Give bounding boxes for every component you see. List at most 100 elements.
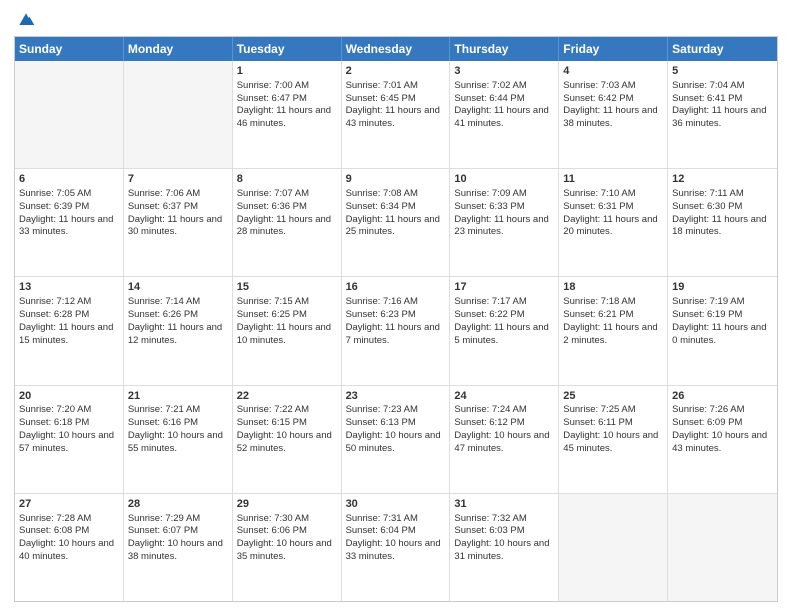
sunrise-text: Sunrise: 7:10 AM [563, 188, 635, 199]
cal-cell: 20Sunrise: 7:20 AMSunset: 6:18 PMDayligh… [15, 386, 124, 493]
sunset-text: Sunset: 6:21 PM [563, 309, 633, 320]
cal-cell: 27Sunrise: 7:28 AMSunset: 6:08 PMDayligh… [15, 494, 124, 601]
header-day-thursday: Thursday [450, 37, 559, 61]
cal-cell: 12Sunrise: 7:11 AMSunset: 6:30 PMDayligh… [668, 169, 777, 276]
sunrise-text: Sunrise: 7:21 AM [128, 404, 200, 415]
day-number: 2 [346, 64, 446, 79]
daylight-text: Daylight: 10 hours and 45 minutes. [563, 430, 658, 454]
cal-cell: 15Sunrise: 7:15 AMSunset: 6:25 PMDayligh… [233, 277, 342, 384]
sunrise-text: Sunrise: 7:28 AM [19, 513, 91, 524]
cal-cell: 16Sunrise: 7:16 AMSunset: 6:23 PMDayligh… [342, 277, 451, 384]
daylight-text: Daylight: 11 hours and 20 minutes. [563, 214, 657, 238]
daylight-text: Daylight: 11 hours and 33 minutes. [19, 214, 113, 238]
daylight-text: Daylight: 10 hours and 50 minutes. [346, 430, 441, 454]
sunrise-text: Sunrise: 7:19 AM [672, 296, 744, 307]
cal-cell: 26Sunrise: 7:26 AMSunset: 6:09 PMDayligh… [668, 386, 777, 493]
daylight-text: Daylight: 10 hours and 52 minutes. [237, 430, 332, 454]
sunset-text: Sunset: 6:03 PM [454, 525, 524, 536]
cal-cell: 22Sunrise: 7:22 AMSunset: 6:15 PMDayligh… [233, 386, 342, 493]
sunset-text: Sunset: 6:04 PM [346, 525, 416, 536]
day-number: 25 [563, 389, 663, 404]
cal-cell: 5Sunrise: 7:04 AMSunset: 6:41 PMDaylight… [668, 61, 777, 168]
day-number: 8 [237, 172, 337, 187]
cal-cell [668, 494, 777, 601]
sunset-text: Sunset: 6:15 PM [237, 417, 307, 428]
day-number: 17 [454, 280, 554, 295]
cal-cell: 13Sunrise: 7:12 AMSunset: 6:28 PMDayligh… [15, 277, 124, 384]
sunrise-text: Sunrise: 7:08 AM [346, 188, 418, 199]
sunrise-text: Sunrise: 7:22 AM [237, 404, 309, 415]
calendar-header: SundayMondayTuesdayWednesdayThursdayFrid… [15, 37, 777, 61]
sunset-text: Sunset: 6:28 PM [19, 309, 89, 320]
day-number: 11 [563, 172, 663, 187]
cal-cell: 3Sunrise: 7:02 AMSunset: 6:44 PMDaylight… [450, 61, 559, 168]
day-number: 30 [346, 497, 446, 512]
week-row-5: 27Sunrise: 7:28 AMSunset: 6:08 PMDayligh… [15, 493, 777, 601]
daylight-text: Daylight: 11 hours and 10 minutes. [237, 322, 331, 346]
header-day-saturday: Saturday [668, 37, 777, 61]
sunrise-text: Sunrise: 7:26 AM [672, 404, 744, 415]
sunset-text: Sunset: 6:47 PM [237, 93, 307, 104]
sunset-text: Sunset: 6:44 PM [454, 93, 524, 104]
day-number: 4 [563, 64, 663, 79]
cal-cell: 14Sunrise: 7:14 AMSunset: 6:26 PMDayligh… [124, 277, 233, 384]
sunrise-text: Sunrise: 7:31 AM [346, 513, 418, 524]
sunrise-text: Sunrise: 7:17 AM [454, 296, 526, 307]
page: SundayMondayTuesdayWednesdayThursdayFrid… [0, 0, 792, 612]
header-day-friday: Friday [559, 37, 668, 61]
daylight-text: Daylight: 10 hours and 40 minutes. [19, 538, 114, 562]
daylight-text: Daylight: 11 hours and 15 minutes. [19, 322, 113, 346]
daylight-text: Daylight: 11 hours and 30 minutes. [128, 214, 222, 238]
cal-cell: 8Sunrise: 7:07 AMSunset: 6:36 PMDaylight… [233, 169, 342, 276]
sunset-text: Sunset: 6:42 PM [563, 93, 633, 104]
daylight-text: Daylight: 11 hours and 23 minutes. [454, 214, 548, 238]
cal-cell: 10Sunrise: 7:09 AMSunset: 6:33 PMDayligh… [450, 169, 559, 276]
header-day-sunday: Sunday [15, 37, 124, 61]
day-number: 23 [346, 389, 446, 404]
week-row-1: 1Sunrise: 7:00 AMSunset: 6:47 PMDaylight… [15, 61, 777, 168]
day-number: 26 [672, 389, 773, 404]
sunset-text: Sunset: 6:13 PM [346, 417, 416, 428]
day-number: 21 [128, 389, 228, 404]
day-number: 18 [563, 280, 663, 295]
sunset-text: Sunset: 6:22 PM [454, 309, 524, 320]
cal-cell: 28Sunrise: 7:29 AMSunset: 6:07 PMDayligh… [124, 494, 233, 601]
sunrise-text: Sunrise: 7:07 AM [237, 188, 309, 199]
calendar-body: 1Sunrise: 7:00 AMSunset: 6:47 PMDaylight… [15, 61, 777, 601]
daylight-text: Daylight: 11 hours and 38 minutes. [563, 105, 657, 129]
daylight-text: Daylight: 10 hours and 47 minutes. [454, 430, 549, 454]
day-number: 29 [237, 497, 337, 512]
day-number: 28 [128, 497, 228, 512]
day-number: 15 [237, 280, 337, 295]
sunrise-text: Sunrise: 7:06 AM [128, 188, 200, 199]
cal-cell: 11Sunrise: 7:10 AMSunset: 6:31 PMDayligh… [559, 169, 668, 276]
day-number: 19 [672, 280, 773, 295]
day-number: 3 [454, 64, 554, 79]
daylight-text: Daylight: 10 hours and 57 minutes. [19, 430, 114, 454]
day-number: 13 [19, 280, 119, 295]
header-day-wednesday: Wednesday [342, 37, 451, 61]
day-number: 16 [346, 280, 446, 295]
daylight-text: Daylight: 11 hours and 0 minutes. [672, 322, 766, 346]
cal-cell: 30Sunrise: 7:31 AMSunset: 6:04 PMDayligh… [342, 494, 451, 601]
daylight-text: Daylight: 11 hours and 46 minutes. [237, 105, 331, 129]
sunset-text: Sunset: 6:16 PM [128, 417, 198, 428]
sunset-text: Sunset: 6:08 PM [19, 525, 89, 536]
cal-cell: 18Sunrise: 7:18 AMSunset: 6:21 PMDayligh… [559, 277, 668, 384]
sunset-text: Sunset: 6:23 PM [346, 309, 416, 320]
day-number: 20 [19, 389, 119, 404]
sunset-text: Sunset: 6:39 PM [19, 201, 89, 212]
cal-cell: 17Sunrise: 7:17 AMSunset: 6:22 PMDayligh… [450, 277, 559, 384]
daylight-text: Daylight: 10 hours and 38 minutes. [128, 538, 223, 562]
day-number: 6 [19, 172, 119, 187]
sunset-text: Sunset: 6:11 PM [563, 417, 633, 428]
logo [14, 10, 36, 30]
daylight-text: Daylight: 11 hours and 12 minutes. [128, 322, 222, 346]
day-number: 5 [672, 64, 773, 79]
sunrise-text: Sunrise: 7:16 AM [346, 296, 418, 307]
sunrise-text: Sunrise: 7:02 AM [454, 80, 526, 91]
daylight-text: Daylight: 11 hours and 36 minutes. [672, 105, 766, 129]
day-number: 9 [346, 172, 446, 187]
sunrise-text: Sunrise: 7:09 AM [454, 188, 526, 199]
sunrise-text: Sunrise: 7:14 AM [128, 296, 200, 307]
